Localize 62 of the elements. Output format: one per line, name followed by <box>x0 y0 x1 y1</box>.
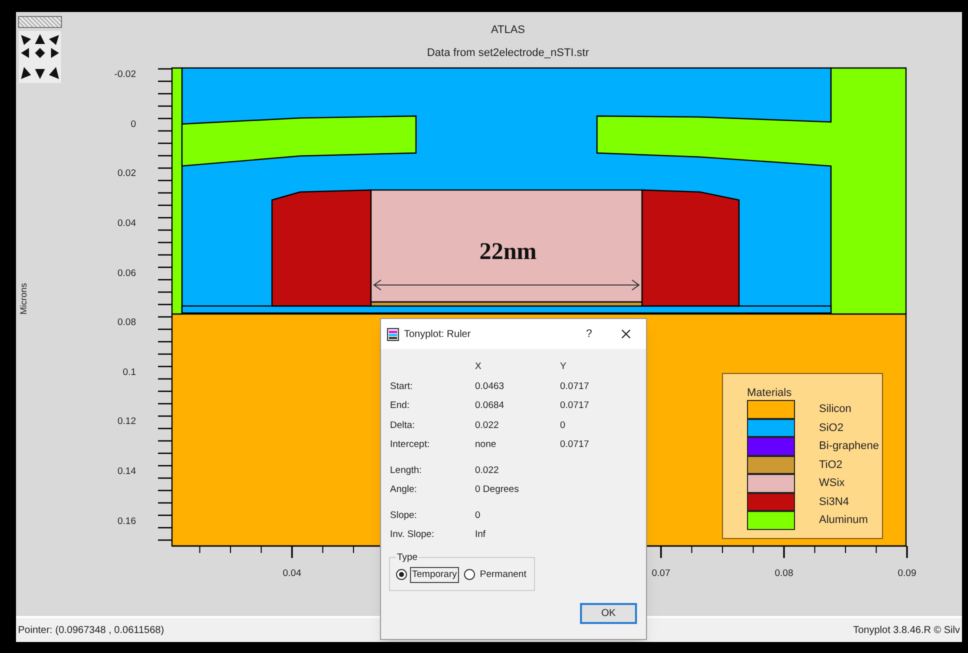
x-value: Inf <box>475 528 487 542</box>
column-header: Y <box>560 360 568 374</box>
axis-title: Microns <box>17 282 30 317</box>
app-icon <box>387 328 399 340</box>
legend-label: TiO2 <box>819 458 842 472</box>
field-label: Inv. Slope: <box>390 528 436 542</box>
tick-label: 0.04 <box>116 218 136 230</box>
tick-label: 0.14 <box>116 466 136 478</box>
field-label: Intercept: <box>390 438 431 452</box>
x-value: none <box>475 438 498 452</box>
field-label: Slope: <box>390 508 418 522</box>
legend-label: WSix <box>819 476 845 491</box>
tick-label: 0.16 <box>116 516 136 528</box>
pan-arrows-icon[interactable] <box>19 31 61 83</box>
radio-label[interactable]: Permanent <box>478 566 528 583</box>
x-value: 0 Degrees <box>475 483 520 497</box>
y-value: 0.0717 <box>560 438 590 452</box>
plot-subtitle: Data from set2electrode_nSTI.str <box>426 46 590 61</box>
group-label: Type <box>396 550 419 564</box>
radio-label[interactable]: Temporary <box>410 566 459 583</box>
tick-label: 0.1 <box>122 366 136 379</box>
ok-button[interactable]: OK <box>580 602 637 624</box>
y-value: 0.0717 <box>560 380 590 394</box>
legend-label: SiO2 <box>819 420 844 436</box>
y-value: 0 <box>560 418 566 432</box>
help-button[interactable]: ? <box>577 326 601 342</box>
x-value: 0.022 <box>475 418 500 432</box>
x-value: 0.022 <box>475 464 500 478</box>
tick-label: 0 <box>130 118 136 131</box>
tick-label: 0.12 <box>116 416 136 428</box>
tick-label: 0.07 <box>650 568 672 580</box>
x-value: 0 <box>475 508 482 522</box>
y-value: 0.0717 <box>560 399 590 413</box>
field-label: Delta: <box>390 418 416 432</box>
dimension-label: 22nm <box>478 238 538 267</box>
pointer-readout: Pointer: (0.0967348 , 0.0611568) <box>18 624 164 638</box>
field-label: Start: <box>390 380 414 394</box>
plot-title: ATLAS <box>490 23 526 38</box>
dialog-title: Tonyplot: Ruler <box>404 328 472 342</box>
tick-label: 0.09 <box>896 568 918 580</box>
x-value: 0.0463 <box>475 380 506 394</box>
tick-label: 0.04 <box>282 568 302 580</box>
tick-label: 0.06 <box>116 268 136 280</box>
legend-label: Bi-graphene <box>819 439 879 454</box>
column-header: X <box>475 360 482 374</box>
radio-button[interactable] <box>396 569 407 580</box>
legend-title: Materials <box>747 386 793 400</box>
legend-label: Si3N4 <box>819 494 849 510</box>
radio-button[interactable] <box>464 569 475 580</box>
close-icon <box>621 329 631 339</box>
legend-label: Aluminum <box>819 513 868 528</box>
version-text: Tonyplot 3.8.46.R © Silv <box>853 624 960 638</box>
tick-label: 0.02 <box>116 168 136 180</box>
tick-label: -0.02 <box>113 69 136 82</box>
legend-label: Silicon <box>819 402 852 417</box>
field-label: Length: <box>390 464 423 478</box>
field-label: End: <box>390 399 411 413</box>
field-label: Angle: <box>390 483 418 497</box>
tick-label: 0.08 <box>774 568 794 580</box>
zoom-bar[interactable] <box>18 16 62 28</box>
x-value: 0.0684 <box>475 399 506 413</box>
tick-label: 0.08 <box>116 317 136 330</box>
